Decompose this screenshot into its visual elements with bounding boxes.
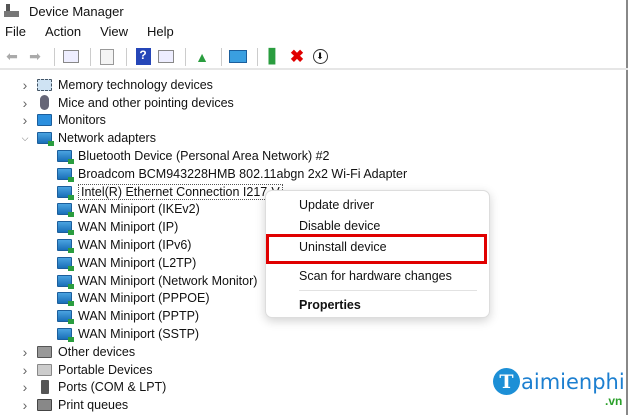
tree-item-label: WAN Miniport (PPTP)	[78, 309, 200, 324]
tree-item-adapter[interactable]: WAN Miniport (SSTP)	[0, 325, 628, 343]
menu-item-properties[interactable]: Properties	[299, 298, 361, 312]
window-title: Device Manager	[29, 3, 124, 19]
port-icon	[41, 380, 49, 395]
logo-initial: T	[493, 368, 520, 395]
tree-item-label: WAN Miniport (IP)	[78, 220, 179, 235]
menu-item-update-driver[interactable]: Update driver	[299, 198, 374, 212]
monitor-icon	[37, 114, 52, 127]
unknown-device-icon	[37, 345, 52, 358]
tree-item-label: Print queues	[58, 398, 129, 413]
mouse-icon	[40, 95, 49, 111]
network-adapter-icon	[57, 239, 74, 254]
properties-icon[interactable]	[97, 47, 117, 67]
tree-item-label: WAN Miniport (SSTP)	[78, 327, 200, 342]
menu-help[interactable]: Help	[142, 24, 182, 42]
tree-item-label: WAN Miniport (IPv6)	[78, 238, 192, 253]
show-hide-console-tree-icon[interactable]	[61, 47, 81, 67]
toolbar-separator	[221, 47, 222, 66]
network-adapter-icon	[57, 292, 74, 307]
tree-category[interactable]: › Other devices	[0, 343, 628, 361]
menu-item-scan-hardware[interactable]: Scan for hardware changes	[299, 269, 452, 283]
menu-action[interactable]: Action	[40, 24, 89, 42]
tree-item-label: Network adapters	[58, 131, 156, 146]
logo-tld: .vn	[605, 394, 623, 408]
tree-category[interactable]: ⌵ Network adapters	[0, 129, 628, 147]
tree-category[interactable]: › Mice and other pointing devices	[0, 94, 628, 112]
network-adapter-icon	[57, 203, 74, 218]
tree-category[interactable]: › Memory technology devices	[0, 76, 628, 94]
network-adapter-icon	[57, 274, 74, 289]
tree-item-label: WAN Miniport (L2TP)	[78, 255, 197, 270]
tree-item-label: Broadcom BCM943228HMB 802.11abgn 2x2 Wi-…	[78, 166, 408, 181]
add-driver-icon[interactable]: ▋	[264, 47, 284, 67]
highlight-box	[266, 234, 487, 264]
device-manager-icon	[4, 4, 20, 18]
tree-item-label: Memory technology devices	[58, 77, 213, 92]
chevron-right-icon[interactable]: ›	[19, 77, 31, 93]
network-adapter-icon	[57, 150, 74, 165]
tree-item-label: WAN Miniport (IKEv2)	[78, 202, 200, 217]
tree-item-label: Ports (COM & LPT)	[58, 380, 167, 395]
chevron-down-icon[interactable]: ⌵	[19, 133, 31, 144]
logo-text: aimienphi	[521, 369, 625, 394]
toolbar-separator	[257, 47, 258, 66]
network-adapter-icon	[57, 221, 74, 236]
update-driver-icon[interactable]: ▲	[192, 47, 212, 67]
tree-item-label: WAN Miniport (PPPOE)	[78, 291, 210, 306]
title-bar: Device Manager	[0, 0, 124, 22]
help-icon[interactable]: ?	[133, 47, 153, 67]
chevron-right-icon[interactable]: ›	[19, 344, 31, 360]
network-adapter-icon	[57, 328, 74, 343]
toolbar-separator	[54, 47, 55, 66]
network-icon	[37, 132, 54, 147]
chevron-right-icon[interactable]: ›	[19, 379, 31, 395]
forward-icon[interactable]: ➡	[25, 47, 45, 67]
network-adapter-icon	[57, 256, 74, 271]
chevron-right-icon[interactable]: ›	[19, 95, 31, 111]
tree-item-label: Portable Devices	[58, 362, 153, 377]
tree-item-label: Mice and other pointing devices	[58, 95, 234, 110]
menu-view[interactable]: View	[95, 24, 136, 42]
tree-category[interactable]: › Monitors	[0, 112, 628, 130]
action-pane-icon[interactable]	[156, 47, 176, 67]
uninstall-x-icon[interactable]: ✖	[287, 47, 307, 67]
network-adapter-icon	[57, 167, 74, 182]
portable-icon	[37, 363, 52, 376]
chevron-right-icon[interactable]: ›	[19, 397, 31, 413]
watermark-logo: T aimienphi	[493, 368, 625, 395]
disable-device-icon[interactable]: ⬇	[310, 47, 330, 67]
tree-item-adapter[interactable]: Broadcom BCM943228HMB 802.11abgn 2x2 Wi-…	[0, 165, 628, 183]
scan-hardware-icon[interactable]	[228, 47, 248, 67]
tree-item-label: Other devices	[58, 344, 136, 359]
chevron-right-icon[interactable]: ›	[19, 112, 31, 128]
tree-item-label: Intel(R) Ethernet Connection I217-V	[78, 183, 283, 200]
tree-item-label: Monitors	[58, 113, 106, 128]
toolbar-separator	[185, 47, 186, 66]
chevron-right-icon[interactable]: ›	[19, 362, 31, 378]
printer-icon	[37, 399, 52, 412]
menu-bar: File Action View Help	[0, 24, 188, 42]
network-adapter-icon	[57, 185, 74, 200]
tree-category[interactable]: › Print queues	[0, 396, 628, 414]
back-icon[interactable]: ⬅	[2, 47, 22, 67]
tree-item-label: WAN Miniport (Network Monitor)	[78, 273, 258, 288]
network-adapter-icon	[57, 310, 74, 325]
menu-separator	[299, 290, 477, 291]
tree-item-adapter[interactable]: Bluetooth Device (Personal Area Network)…	[0, 147, 628, 165]
tree-item-label: Bluetooth Device (Personal Area Network)…	[78, 149, 330, 164]
menu-file[interactable]: File	[0, 24, 34, 42]
toolbar: ⬅ ➡ ? ▲ ▋ ✖ ⬇	[0, 45, 628, 70]
menu-item-disable-device[interactable]: Disable device	[299, 219, 380, 233]
toolbar-separator	[126, 47, 127, 66]
toolbar-separator	[90, 47, 91, 66]
memory-icon	[37, 78, 52, 91]
